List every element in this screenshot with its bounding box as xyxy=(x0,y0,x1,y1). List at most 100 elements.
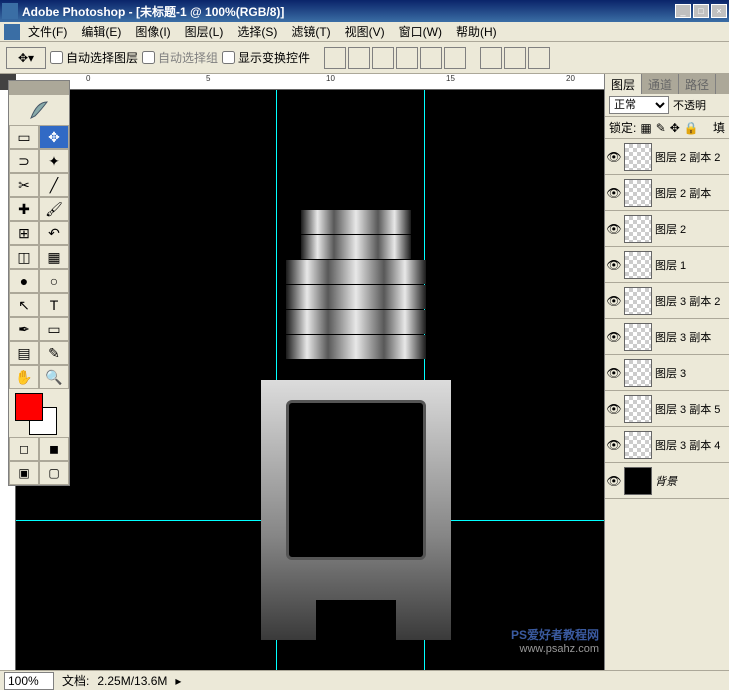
gradient-tool[interactable]: ▦ xyxy=(39,245,69,269)
layer-thumbnail[interactable] xyxy=(624,179,652,207)
layer-name-label[interactable]: 图层 3 副本 xyxy=(655,329,727,345)
layer-thumbnail[interactable] xyxy=(624,431,652,459)
notes-tool[interactable]: ▤ xyxy=(9,341,39,365)
layer-row[interactable]: 👁 背景 xyxy=(605,463,729,499)
lock-transparent-icon[interactable]: ▦ xyxy=(640,121,651,135)
move-tool[interactable]: ✥ xyxy=(39,125,69,149)
layer-row[interactable]: 👁 图层 2 副本 xyxy=(605,175,729,211)
hand-tool[interactable]: ✋ xyxy=(9,365,39,389)
menu-file[interactable]: 文件(F) xyxy=(22,21,73,42)
layer-thumbnail[interactable] xyxy=(624,287,652,315)
brush-tool[interactable]: 🖌 xyxy=(39,197,69,221)
maximize-button[interactable]: □ xyxy=(693,4,709,18)
lock-all-icon[interactable]: 🔒 xyxy=(684,121,699,135)
align-vcenter-button[interactable] xyxy=(348,47,370,69)
slice-tool[interactable]: ╱ xyxy=(39,173,69,197)
stamp-tool[interactable]: ⊞ xyxy=(9,221,39,245)
layer-name-label[interactable]: 图层 3 xyxy=(655,365,727,381)
menu-select[interactable]: 选择(S) xyxy=(231,21,283,42)
layer-row[interactable]: 👁 图层 3 副本 4 xyxy=(605,427,729,463)
layer-thumbnail[interactable] xyxy=(624,467,652,495)
layer-row[interactable]: 👁 图层 3 副本 2 xyxy=(605,283,729,319)
standard-mode-button[interactable]: ◻ xyxy=(9,437,39,461)
dodge-tool[interactable]: ○ xyxy=(39,269,69,293)
layer-name-label[interactable]: 图层 3 副本 2 xyxy=(655,293,727,309)
layer-name-label[interactable]: 图层 3 副本 4 xyxy=(655,437,727,453)
screen-full-button[interactable]: ▢ xyxy=(39,461,69,485)
layer-name-label[interactable]: 图层 2 副本 2 xyxy=(655,149,727,165)
layer-visibility-icon[interactable]: 👁 xyxy=(607,366,621,380)
align-left-button[interactable] xyxy=(396,47,418,69)
layer-thumbnail[interactable] xyxy=(624,359,652,387)
menu-view[interactable]: 视图(V) xyxy=(339,21,391,42)
layer-visibility-icon[interactable]: 👁 xyxy=(607,438,621,452)
lock-paint-icon[interactable]: ✎ xyxy=(656,121,666,135)
path-tool[interactable]: ↖ xyxy=(9,293,39,317)
dist-vcenter-button[interactable] xyxy=(504,47,526,69)
layer-thumbnail[interactable] xyxy=(624,143,652,171)
tab-layers[interactable]: 图层 xyxy=(605,74,642,94)
layer-row[interactable]: 👁 图层 3 xyxy=(605,355,729,391)
layer-visibility-icon[interactable]: 👁 xyxy=(607,222,621,236)
eyedropper-tool[interactable]: ✎ xyxy=(39,341,69,365)
dist-top-button[interactable] xyxy=(480,47,502,69)
wand-tool[interactable]: ✦ xyxy=(39,149,69,173)
lasso-tool[interactable]: ⊃ xyxy=(9,149,39,173)
history-tool[interactable]: ↶ xyxy=(39,221,69,245)
auto-select-layer-option[interactable]: 自动选择图层 xyxy=(50,49,138,66)
layer-thumbnail[interactable] xyxy=(624,215,652,243)
layer-thumbnail[interactable] xyxy=(624,251,652,279)
align-bottom-button[interactable] xyxy=(372,47,394,69)
pen-tool[interactable]: ✒ xyxy=(9,317,39,341)
horizontal-ruler[interactable]: 0 5 10 15 20 xyxy=(16,74,604,90)
layer-list[interactable]: 👁 图层 2 副本 2 👁 图层 2 副本 👁 图层 2 👁 图层 1 👁 图层 3 副本 2 👁 图… xyxy=(605,139,729,649)
layer-name-label[interactable]: 背景 xyxy=(655,473,727,489)
layer-name-label[interactable]: 图层 2 副本 xyxy=(655,185,727,201)
layer-name-label[interactable]: 图层 3 副本 5 xyxy=(655,401,727,417)
layer-visibility-icon[interactable]: 👁 xyxy=(607,150,621,164)
layer-visibility-icon[interactable]: 👁 xyxy=(607,294,621,308)
layer-thumbnail[interactable] xyxy=(624,395,652,423)
layer-visibility-icon[interactable]: 👁 xyxy=(607,474,621,488)
dist-bottom-button[interactable] xyxy=(528,47,550,69)
shape-tool[interactable]: ▭ xyxy=(39,317,69,341)
marquee-tool[interactable]: ▭ xyxy=(9,125,39,149)
zoom-tool[interactable]: 🔍 xyxy=(39,365,69,389)
show-transform-option[interactable]: 显示变换控件 xyxy=(222,49,310,66)
blend-mode-select[interactable]: 正常 xyxy=(609,96,669,114)
blur-tool[interactable]: ● xyxy=(9,269,39,293)
auto-select-group-option[interactable]: 自动选择组 xyxy=(142,49,218,66)
menu-help[interactable]: 帮助(H) xyxy=(450,21,503,42)
menu-layer[interactable]: 图层(L) xyxy=(179,21,230,42)
menu-image[interactable]: 图像(I) xyxy=(129,21,176,42)
screen-std-button[interactable]: ▣ xyxy=(9,461,39,485)
lock-move-icon[interactable]: ✥ xyxy=(670,121,680,135)
quickmask-mode-button[interactable]: ◼ xyxy=(39,437,69,461)
align-top-button[interactable] xyxy=(324,47,346,69)
menu-window[interactable]: 窗口(W) xyxy=(393,21,448,42)
doc-menu-arrow[interactable]: ▸ xyxy=(175,674,181,688)
layer-row[interactable]: 👁 图层 2 xyxy=(605,211,729,247)
auto-select-layer-checkbox[interactable] xyxy=(50,51,63,64)
layer-visibility-icon[interactable]: 👁 xyxy=(607,330,621,344)
layer-visibility-icon[interactable]: 👁 xyxy=(607,402,621,416)
canvas-viewport[interactable] xyxy=(16,90,604,670)
layer-visibility-icon[interactable]: 👁 xyxy=(607,186,621,200)
menu-filter[interactable]: 滤镜(T) xyxy=(285,21,336,42)
layer-row[interactable]: 👁 图层 2 副本 2 xyxy=(605,139,729,175)
align-hcenter-button[interactable] xyxy=(420,47,442,69)
show-transform-checkbox[interactable] xyxy=(222,51,235,64)
heal-tool[interactable]: ✚ xyxy=(9,197,39,221)
close-button[interactable]: × xyxy=(711,4,727,18)
tool-preset[interactable]: ✥▾ xyxy=(6,47,46,69)
layer-name-label[interactable]: 图层 1 xyxy=(655,257,727,273)
layer-name-label[interactable]: 图层 2 xyxy=(655,221,727,237)
zoom-field[interactable]: 100% xyxy=(4,672,54,690)
layer-row[interactable]: 👁 图层 3 副本 xyxy=(605,319,729,355)
layer-visibility-icon[interactable]: 👁 xyxy=(607,258,621,272)
type-tool[interactable]: T xyxy=(39,293,69,317)
minimize-button[interactable]: _ xyxy=(675,4,691,18)
crop-tool[interactable]: ✂ xyxy=(9,173,39,197)
auto-select-group-checkbox[interactable] xyxy=(142,51,155,64)
layer-row[interactable]: 👁 图层 1 xyxy=(605,247,729,283)
